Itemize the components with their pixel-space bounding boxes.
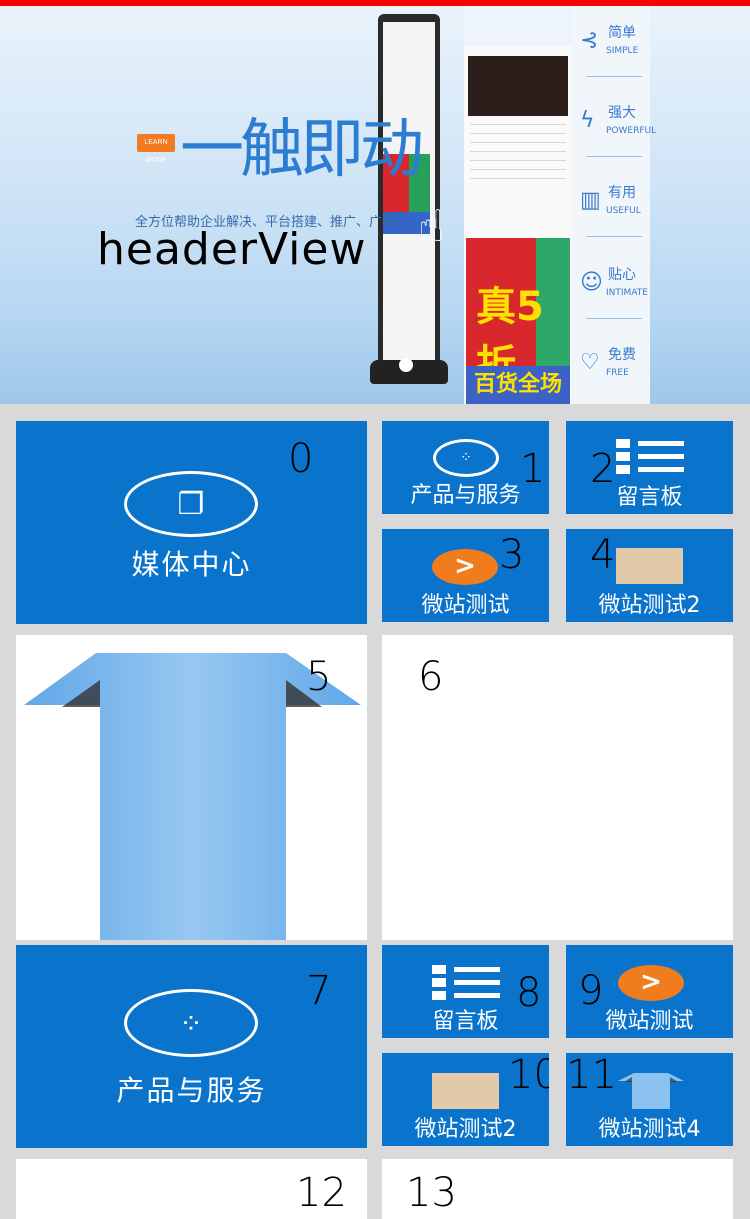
header-view-label: headerView [97, 224, 367, 275]
lightning-icon: ϟ [580, 108, 595, 133]
tile-index: 8 [516, 970, 542, 1016]
pointing-hand-icon: ☝ [418, 201, 445, 252]
tile-label: 微站测试2 [414, 1117, 517, 1142]
tile-0-media-center[interactable]: ❐ 媒体中心 0 [16, 421, 367, 624]
tile-index: 9 [578, 968, 604, 1014]
feature-free: ♡ 免费 FREE [578, 342, 648, 402]
feature-cn: 贴心 [608, 267, 636, 283]
tile-index: 1 [520, 446, 546, 492]
tile-11-microsite4[interactable]: 微站测试4 11 [566, 1053, 733, 1146]
feature-cn: 简单 [608, 25, 636, 41]
tile-label: 微站测试4 [598, 1117, 701, 1142]
feature-en: INTIMATE [606, 288, 648, 298]
tile-13-empty[interactable]: 13 [382, 1159, 733, 1219]
tile-2-guestbook[interactable]: 留言板 2 [566, 421, 733, 514]
tile-index: 4 [590, 532, 616, 578]
bar-chart-icon: ▥ [580, 188, 601, 213]
brand-slogan: 一触即动 [180, 113, 424, 187]
smile-icon: ☺ [580, 270, 603, 295]
website-preview-image: 真5折 百货全场返券 [464, 6, 572, 404]
share-icon: ⊰ [580, 28, 599, 53]
heart-icon: ♡ [580, 350, 600, 375]
tile-5-image[interactable]: 5 [16, 635, 367, 940]
list-icon [616, 439, 684, 475]
feature-en: SIMPLE [606, 46, 639, 56]
tile-index: 13 [406, 1170, 457, 1216]
feature-en: FREE [606, 368, 629, 378]
promo-bottom-text: 百货全场返券 [466, 366, 570, 404]
tile-index: 5 [306, 654, 332, 700]
feature-en: POWERFUL [606, 126, 657, 136]
blue-arrow-image [618, 1073, 684, 1109]
tile-index: 11 [566, 1053, 617, 1098]
orange-arrow-icon: > [432, 549, 498, 585]
tile-index: 7 [306, 968, 332, 1014]
beige-image [616, 548, 683, 584]
tile-index: 10 [508, 1053, 549, 1098]
feature-cn: 强大 [608, 105, 636, 121]
dots-circle-icon: ⁘ [433, 439, 499, 477]
tile-12-empty[interactable]: 12 [16, 1159, 367, 1219]
beige-image [432, 1073, 499, 1109]
tile-label: 微站测试2 [598, 593, 701, 618]
tile-index: 3 [499, 532, 525, 578]
tile-label: 微站测试 [421, 593, 510, 618]
feature-en: USEFUL [606, 206, 641, 216]
kiosk-device-image [378, 14, 440, 368]
tile-index: 2 [590, 446, 616, 492]
tile-6-empty[interactable]: 6 [382, 635, 733, 940]
tile-7-products[interactable]: ⁘ 产品与服务 7 [16, 945, 367, 1148]
feature-cn: 有用 [608, 185, 636, 201]
feature-simple: ⊰ 简单 SIMPLE [578, 20, 648, 80]
tile-8-guestbook[interactable]: 留言板 8 [382, 945, 549, 1038]
dots-circle-icon: ⁘ [124, 989, 258, 1057]
copy-icon: ❐ [124, 471, 258, 537]
tile-label: 产品与服务 [116, 1074, 267, 1107]
header-banner[interactable]: ☝ 真5折 百货全场返券 ⊰ 简单 SIMPLE ϟ 强大 POWERFUL ▥… [0, 6, 750, 404]
tile-10-microsite2[interactable]: 微站测试2 10 [382, 1053, 549, 1146]
feature-useful: ▥ 有用 USEFUL [578, 180, 648, 240]
tile-4-microsite2[interactable]: 微站测试2 4 [566, 529, 733, 622]
tile-9-microsite[interactable]: > 微站测试 9 [566, 945, 733, 1038]
learn-more-tag: LEARN MORE [137, 134, 175, 164]
tile-3-microsite[interactable]: > 微站测试 3 [382, 529, 549, 622]
list-icon [432, 965, 500, 1001]
carousel-dot[interactable] [399, 358, 413, 372]
tile-index: 12 [296, 1170, 347, 1216]
tile-index: 6 [418, 654, 444, 700]
tile-label: 媒体中心 [131, 548, 252, 581]
tile-1-products[interactable]: ⁘ 产品与服务 1 [382, 421, 549, 514]
tile-index: 0 [288, 436, 314, 482]
feature-list: ⊰ 简单 SIMPLE ϟ 强大 POWERFUL ▥ 有用 USEFUL ☺ … [572, 6, 656, 404]
feature-intimate: ☺ 贴心 INTIMATE [578, 262, 648, 322]
orange-arrow-icon: > [618, 965, 684, 1001]
feature-cn: 免费 [608, 347, 636, 363]
feature-powerful: ϟ 强大 POWERFUL [578, 100, 656, 160]
